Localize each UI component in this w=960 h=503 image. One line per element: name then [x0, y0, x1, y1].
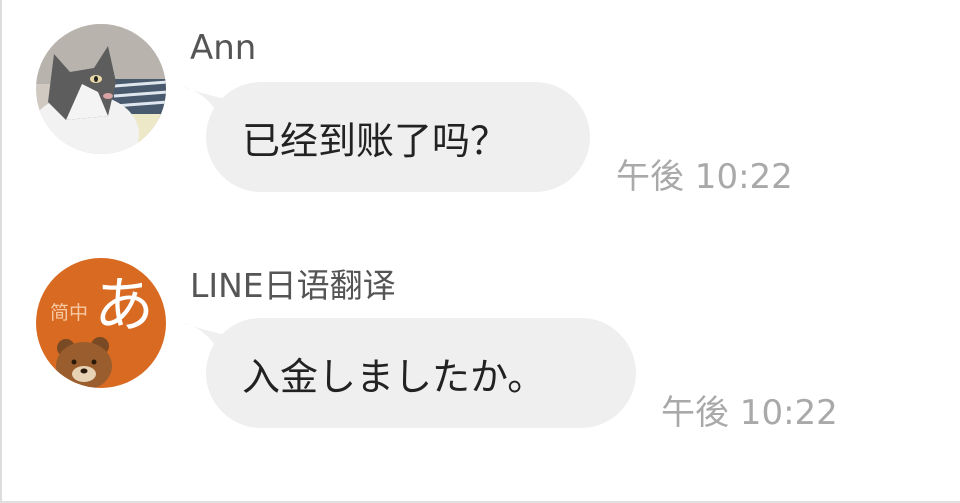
message-bubble[interactable]: 入金しましたか。	[206, 318, 636, 428]
message-time: 午後 10:22	[616, 157, 793, 197]
message-bubble[interactable]: 已经到账了吗？	[206, 82, 590, 192]
kana-glyph: あ	[94, 271, 154, 341]
sender-name: Ann	[190, 28, 257, 68]
message-row: 简中 あ LINE日语翻译 入金しましたか。 午後 10:22	[2, 250, 960, 450]
sender-name: LINE日语翻译	[190, 266, 396, 305]
language-badge: 简中	[50, 302, 89, 324]
cat-photo-icon	[36, 24, 166, 154]
message-text: 已经到账了吗？	[242, 118, 509, 163]
avatar[interactable]	[36, 24, 166, 154]
translator-avatar[interactable]: 简中 あ	[36, 258, 166, 388]
chat-view: Ann 已经到账了吗？ 午後 10:22 简中 あ LINE日语翻译 入金しまし…	[0, 0, 960, 503]
message-row: Ann 已经到账了吗？ 午後 10:22	[2, 0, 960, 220]
message-text: 入金しましたか。	[242, 354, 546, 399]
message-time: 午後 10:22	[661, 393, 838, 433]
bear-icon	[56, 337, 112, 388]
